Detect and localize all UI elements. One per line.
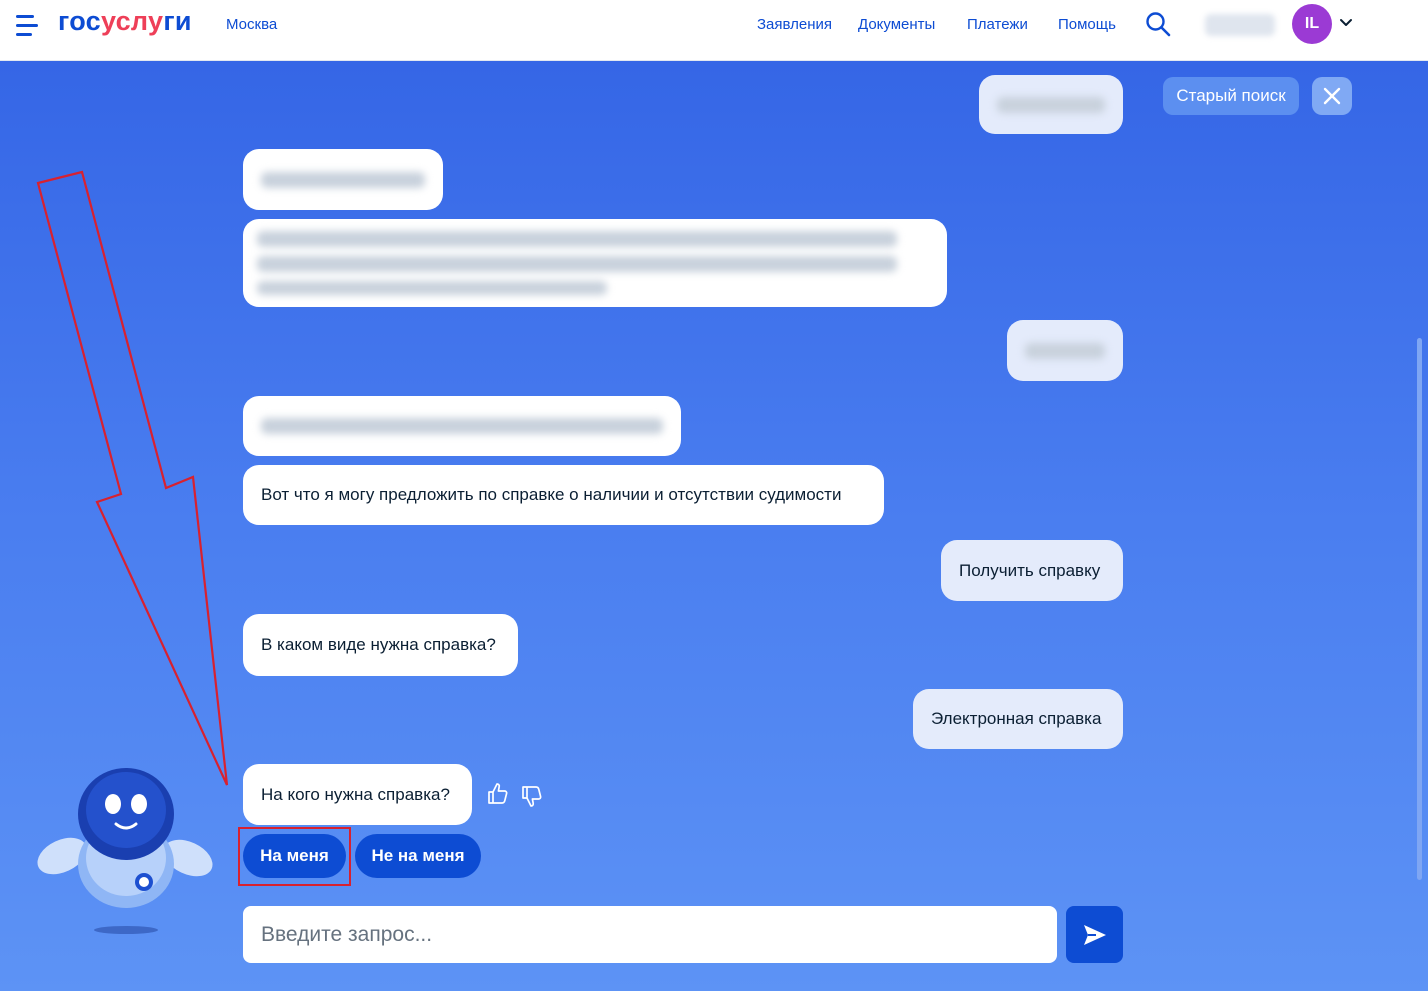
thumbs-up-icon[interactable] xyxy=(486,782,510,806)
nav-applications[interactable]: Заявления xyxy=(757,16,832,33)
thumbs-down-icon[interactable] xyxy=(520,784,544,808)
send-arrow-icon xyxy=(1083,924,1106,945)
nav-documents[interactable]: Документы xyxy=(858,16,935,33)
robot-assistant-mascot xyxy=(37,768,213,934)
chat-input[interactable] xyxy=(261,922,1039,947)
annotation-highlight-box xyxy=(238,827,351,886)
bot-message: В каком виде нужна справка? xyxy=(243,614,518,676)
nav-payments[interactable]: Платежи xyxy=(967,16,1028,33)
city-selector[interactable]: Москва xyxy=(226,16,277,33)
close-icon xyxy=(1323,87,1341,105)
nav-help[interactable]: Помощь xyxy=(1058,16,1116,33)
burger-menu-icon[interactable] xyxy=(16,15,40,37)
user-message-blurred xyxy=(1007,320,1123,381)
top-header: госуслуги Москва Заявления Документы Пла… xyxy=(0,0,1428,61)
bot-message-blurred-long xyxy=(243,219,947,307)
old-search-button[interactable]: Старый поиск xyxy=(1163,77,1299,115)
choice-not-for-me-button[interactable]: Не на меня xyxy=(355,834,481,878)
chevron-down-icon[interactable] xyxy=(1339,16,1353,30)
bot-message: На кого нужна справка? xyxy=(243,764,472,825)
bot-message-blurred xyxy=(243,396,681,456)
chat-input-container xyxy=(243,906,1057,963)
user-message: Получить справку xyxy=(941,540,1123,601)
user-message-blurred xyxy=(979,75,1123,134)
user-message: Электронная справка xyxy=(913,689,1123,749)
user-avatar[interactable]: IL xyxy=(1292,4,1332,44)
bot-message: Вот что я могу предложить по справке о н… xyxy=(243,465,884,525)
user-name-blurred xyxy=(1205,14,1275,36)
send-button[interactable] xyxy=(1066,906,1123,963)
bot-message-blurred xyxy=(243,149,443,210)
close-chat-button[interactable] xyxy=(1312,77,1352,115)
chat-scrollbar[interactable] xyxy=(1417,338,1422,880)
gosuslugi-logo[interactable]: госуслуги xyxy=(58,6,192,37)
search-icon[interactable] xyxy=(1145,11,1171,37)
